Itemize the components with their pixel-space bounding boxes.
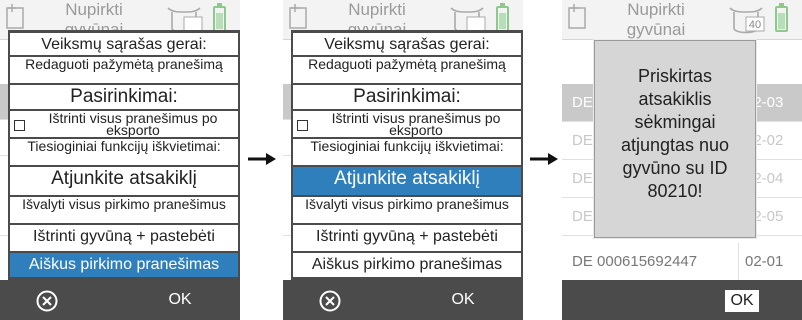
ok-button[interactable]: OK [433,280,493,320]
action-menu: Veiksmų sąrašas gerai: Redaguoti pažymėtą… [291,30,523,280]
menu-item-label: Tiesioginiai funkcijų iškvietimai: [310,139,504,154]
confirmation-dialog: Priskirtas atsakiklis sėkmingai atjungta… [594,40,756,238]
app-header: Nupirkti gyvūnai 40 [562,0,802,40]
cow-count: 40 [749,19,761,31]
menu-item[interactable]: Redaguoti pažymėtą pranešimą [293,57,521,83]
menu-item-label: Išvalyti visus pirkimo pranešimus [305,197,509,212]
arrow-right-icon [248,153,276,165]
menu-item-label: Pasirinkimai: [70,86,178,107]
menu-item-label: Ištrinti gyvūną + pastebėti [33,228,215,245]
menu-item-label: Ištrinti visus pranešimus po eksporto [48,111,218,137]
add-animal-icon [6,4,24,29]
battery-icon [775,3,788,32]
battery-icon [213,3,226,32]
checkbox[interactable] [14,120,25,131]
menu-item[interactable]: Veiksmų sąrašas gerai: [10,33,238,55]
menu-item[interactable]: Tiesioginiai funkcijų iškvietimai: [293,139,521,165]
menu-item[interactable]: Aiškus pirkimo pranešimas [293,253,521,277]
menu-item[interactable]: Pasirinkimai: [10,85,238,109]
arrow-right-icon [530,153,558,165]
dialog-message: Priskirtas atsakiklis sėkmingai atjungta… [620,66,730,201]
footer-bar: OK [283,280,523,320]
add-animal-icon [568,4,586,29]
cow-icon: 40 [729,7,765,34]
menu-item[interactable]: Redaguoti pažymėtą pranešimą [10,57,238,83]
ok-button[interactable]: OK [725,290,759,312]
footer-bar: OK [0,280,240,320]
add-animal-icon [289,4,307,29]
menu-item-label: Ištrinti gyvūną + pastebėti [316,228,498,245]
menu-item-label: Redaguoti pažymėtą pranešimą [308,57,506,72]
table-row[interactable]: DE 000615692447 02-01 [562,243,802,281]
menu-item[interactable]: Ištrinti gyvūną + pastebėti [10,225,238,251]
action-menu: Veiksmų sąrašas gerai: Redaguoti pažymėtą… [8,30,240,280]
menu-item[interactable]: Atjunkite atsakiklį [10,167,238,195]
menu-item-label: Tiesioginiai funkcijų iškvietimai: [27,139,221,154]
menu-item[interactable]: Ištrinti gyvūną + pastebėti [293,225,521,251]
menu-item-label: Atjunkite atsakiklį [334,168,480,189]
menu-item-label: Pasirinkimai: [353,86,461,107]
menu-item-label: Ištrinti visus pranešimus po eksporto [331,111,501,137]
cancel-icon[interactable] [319,290,341,312]
ok-button[interactable]: OK [150,280,210,320]
menu-item-label: Veiksmų sąrašas gerai: [324,36,490,53]
animal-id: DE 000615692447 [572,253,698,270]
battery-icon [496,3,509,32]
menu-item-label: Redaguoti pažymėtą pranešimą [25,57,223,72]
checkbox[interactable] [297,120,308,131]
menu-item[interactable]: Ištrinti visus pranešimus po eksporto [10,111,238,137]
menu-item-label: Aiškus pirkimo pranešimas [28,256,220,273]
header-title: Nupirkti gyvūnai [626,0,686,39]
menu-item[interactable]: Išvalyti visus pirkimo pranešimus [293,197,521,223]
menu-item[interactable]: Ištrinti visus pranešimus po eksporto [293,111,521,137]
menu-item-label: Atjunkite atsakiklį [51,168,197,189]
menu-item-label: Veiksmų sąrašas gerai: [41,36,207,53]
menu-item[interactable]: Išvalyti visus pirkimo pranešimus [10,197,238,223]
menu-item[interactable]: Aiškus pirkimo pranešimas [10,253,238,277]
screen-confirmation: Nupirkti gyvūnai 40 DE 00002-03DE 00002-… [562,0,802,320]
cancel-icon[interactable] [36,290,58,312]
screen-menu-initial: Nupirkti gyvūnai Veiksmų sąrašas gerai:R… [0,0,240,320]
menu-item[interactable]: Pasirinkimai: [293,85,521,109]
menu-item[interactable]: Atjunkite atsakiklį [293,167,521,195]
footer-bar: OK [562,280,802,320]
menu-item-label: Išvalyti visus pirkimo pranešimus [22,197,226,212]
menu-item-label: Aiškus pirkimo pranešimas [311,256,503,273]
animal-date: 02-01 [738,243,783,280]
screen-menu-selected: Nupirkti gyvūnai Veiksmų sąrašas gerai:R… [283,0,523,320]
menu-item[interactable]: Tiesioginiai funkcijų iškvietimai: [10,139,238,165]
menu-item[interactable]: Veiksmų sąrašas gerai: [293,33,521,55]
